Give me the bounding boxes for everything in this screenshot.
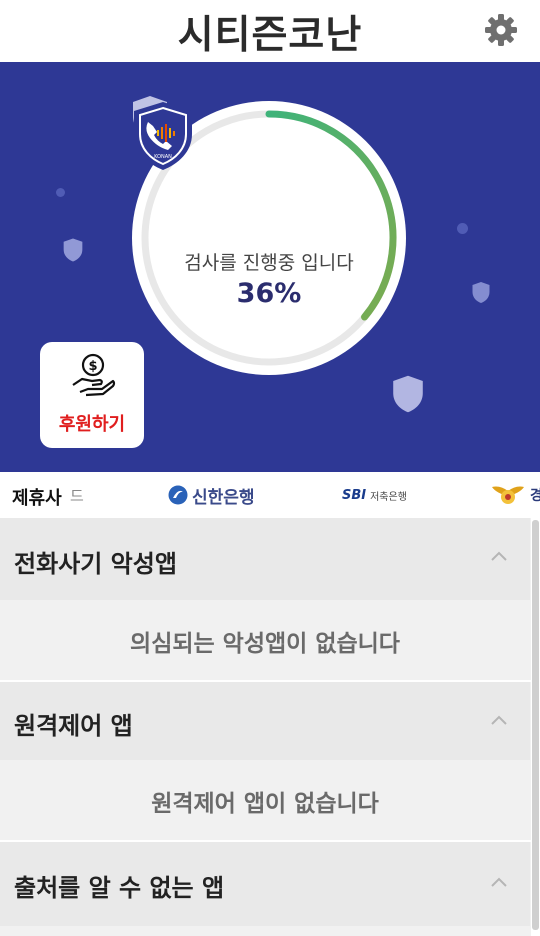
- section-title: 전화사기 악성앱: [14, 550, 177, 578]
- partner-name: 저축은행: [370, 491, 407, 503]
- svg-text:$: $: [88, 359, 97, 374]
- chevron-up-icon: [491, 715, 507, 725]
- section-title: 원격제어 앱: [14, 712, 133, 740]
- partner-fragment: 드: [70, 487, 84, 505]
- app-header: 시티즌코난: [0, 0, 540, 62]
- partner-name: 경: [530, 488, 540, 504]
- chevron-up-icon: [491, 877, 507, 887]
- scrollbar-thumb[interactable]: [532, 520, 539, 930]
- hero-edge: [530, 62, 540, 472]
- partners-label: 제휴사: [12, 484, 66, 510]
- donate-button[interactable]: $ 후원하기: [40, 342, 144, 448]
- sbi-mark: SBI: [342, 487, 367, 503]
- shield-decoration-icon: [472, 282, 490, 303]
- chevron-up-icon: [491, 551, 507, 561]
- section-title: 출처를 알 수 없는 앱: [14, 874, 225, 902]
- section-body: 원격제어 앱이 없습니다: [0, 760, 530, 840]
- scan-status-text: 검사를 진행중 입니다: [184, 252, 354, 274]
- partner-police[interactable]: 경: [490, 484, 540, 506]
- partner-name: 신한은행: [192, 487, 255, 508]
- scan-progress-percent: 36%: [236, 278, 302, 309]
- decoration-dot: [457, 223, 468, 234]
- section-header[interactable]: 출처를 알 수 없는 앱: [0, 842, 530, 926]
- section-header[interactable]: 원격제어 앱: [0, 682, 530, 760]
- shinhan-logo-icon: [168, 485, 188, 505]
- phone-shield-icon: KONAN: [134, 102, 192, 170]
- donate-label: 후원하기: [58, 414, 126, 435]
- brand-text: KONAN: [154, 154, 172, 160]
- partner-sbi[interactable]: SBI 저축은행: [342, 484, 407, 506]
- scan-panel: KONAN 검사를 진행중 입니다 36% $ 후원하기: [0, 62, 530, 472]
- app-title: 시티즌코난: [177, 13, 363, 58]
- section-message: 원격제어 앱이 없습니다: [151, 791, 379, 817]
- gear-icon[interactable]: [484, 13, 518, 47]
- partner-strip: 제휴사 드 신한은행 SBI 저축은행 경: [0, 472, 540, 518]
- section-body: 의심되는 악성앱이 없습니다: [0, 600, 530, 680]
- scan-progress-ring: KONAN 검사를 진행중 입니다 36%: [131, 100, 407, 376]
- section-header[interactable]: 전화사기 악성앱: [0, 518, 530, 600]
- money-hand-icon: $: [72, 353, 116, 397]
- section-message: 의심되는 악성앱이 없습니다: [130, 631, 400, 657]
- decoration-dot: [56, 188, 65, 197]
- partner-shinhan[interactable]: 신한은행: [168, 484, 255, 508]
- police-emblem-icon: [492, 486, 524, 504]
- shield-decoration-icon: [393, 375, 423, 413]
- shield-decoration-icon: [63, 238, 83, 262]
